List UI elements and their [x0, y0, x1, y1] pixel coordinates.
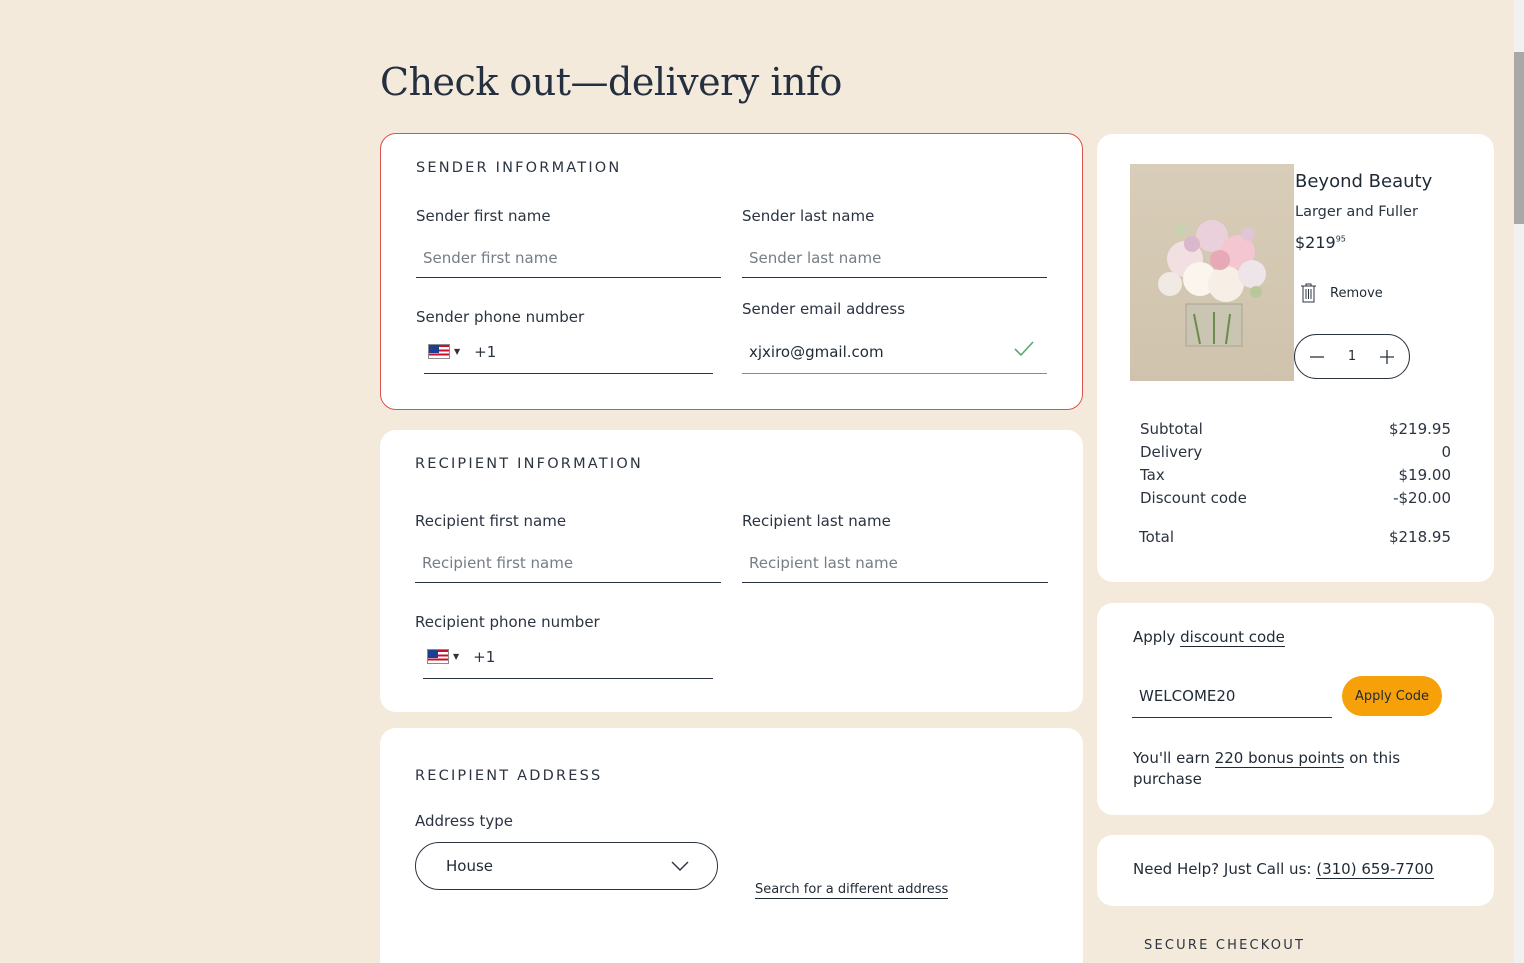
earn-prefix: You'll earn [1133, 749, 1210, 767]
address-section-title: RECIPIENT ADDRESS [415, 768, 603, 784]
product-image [1130, 164, 1294, 381]
summary-value: 0 [1441, 443, 1451, 461]
sender-email-label: Sender email address [742, 300, 906, 318]
valid-checkmark-icon [1014, 341, 1034, 357]
product-name: Beyond Beauty [1295, 171, 1433, 192]
us-flag-icon[interactable] [427, 649, 449, 664]
recipient-last-name-input[interactable] [742, 543, 1048, 583]
remove-label: Remove [1330, 285, 1383, 301]
sender-phone-label: Sender phone number [416, 308, 585, 326]
bouquet-illustration [1158, 220, 1266, 347]
bonus-points-text: You'll earn 220 bonus points on this pur… [1133, 748, 1433, 790]
remove-item-button[interactable]: Remove [1300, 283, 1383, 303]
trash-icon [1301, 283, 1316, 303]
summary-row-delivery: Delivery 0 [1140, 443, 1451, 461]
summary-value: $219.95 [1388, 420, 1451, 438]
sender-email-input[interactable] [742, 331, 1047, 374]
sender-phone-dial-code: +1 [474, 342, 497, 361]
sender-last-name-label: Sender last name [742, 207, 875, 225]
quantity-stepper[interactable]: 1 [1294, 334, 1410, 379]
plus-icon[interactable] [1379, 349, 1395, 365]
sender-first-name-label: Sender first name [416, 207, 551, 225]
minus-icon[interactable] [1309, 349, 1325, 365]
discount-code-input[interactable] [1132, 674, 1332, 718]
total-value: $218.95 [1388, 528, 1451, 546]
help-text: Need Help? Just Call us: (310) 659-7700 [1133, 860, 1434, 879]
product-price: $21995 [1295, 233, 1346, 252]
scrollbar-thumb[interactable] [1514, 52, 1524, 224]
recipient-section-title: RECIPIENT INFORMATION [415, 456, 643, 472]
recipient-first-name-label: Recipient first name [415, 512, 567, 530]
quantity-value: 1 [1347, 349, 1357, 364]
apply-code-button[interactable]: Apply Code [1342, 676, 1442, 716]
summary-row-discount: Discount code -$20.00 [1140, 489, 1451, 507]
summary-value: -$20.00 [1393, 489, 1451, 507]
summary-row-total: Total $218.95 [1139, 528, 1451, 546]
recipient-phone-label: Recipient phone number [415, 613, 600, 631]
total-label: Total [1139, 528, 1175, 546]
summary-label: Delivery [1140, 443, 1203, 461]
address-type-label: Address type [415, 812, 514, 830]
product-price-cents: 95 [1335, 234, 1346, 244]
sender-first-name-input[interactable] [416, 238, 721, 278]
search-different-address-link[interactable]: Search for a different address [755, 882, 949, 899]
sender-section-title: SENDER INFORMATION [416, 160, 622, 176]
page-title: Check out—delivery info [380, 60, 842, 104]
summary-label: Discount code [1140, 489, 1247, 507]
bonus-points-link[interactable]: 220 bonus points [1214, 749, 1345, 768]
address-type-value: House [446, 857, 494, 875]
product-price-main: $219 [1295, 233, 1336, 252]
us-flag-icon[interactable] [428, 344, 450, 359]
country-dropdown-caret-icon[interactable]: ▼ [453, 652, 459, 661]
help-phone-link[interactable]: (310) 659-7700 [1316, 860, 1434, 879]
recipient-first-name-input[interactable] [415, 543, 721, 583]
recipient-last-name-label: Recipient last name [742, 512, 891, 530]
recipient-phone-field[interactable]: ▼ +1 [423, 635, 713, 679]
chevron-down-icon [671, 861, 689, 871]
country-dropdown-caret-icon[interactable]: ▼ [454, 347, 460, 356]
secure-checkout-label: SECURE CHECKOUT [1144, 938, 1306, 953]
help-label: Need Help? Just Call us: [1133, 860, 1312, 878]
summary-row-tax: Tax $19.00 [1140, 466, 1451, 484]
summary-row-subtotal: Subtotal $219.95 [1140, 420, 1451, 438]
summary-label: Subtotal [1140, 420, 1203, 438]
discount-prefix: Apply [1133, 628, 1176, 646]
product-variant: Larger and Fuller [1295, 204, 1418, 220]
discount-heading: Apply discount code [1133, 628, 1285, 647]
discount-code-link[interactable]: discount code [1180, 628, 1285, 647]
address-type-select[interactable]: House [415, 842, 718, 890]
summary-value: $19.00 [1398, 466, 1452, 484]
sender-last-name-input[interactable] [742, 238, 1047, 278]
sender-phone-field[interactable]: ▼ +1 [424, 330, 713, 374]
summary-label: Tax [1140, 466, 1165, 484]
recipient-phone-dial-code: +1 [473, 647, 496, 666]
